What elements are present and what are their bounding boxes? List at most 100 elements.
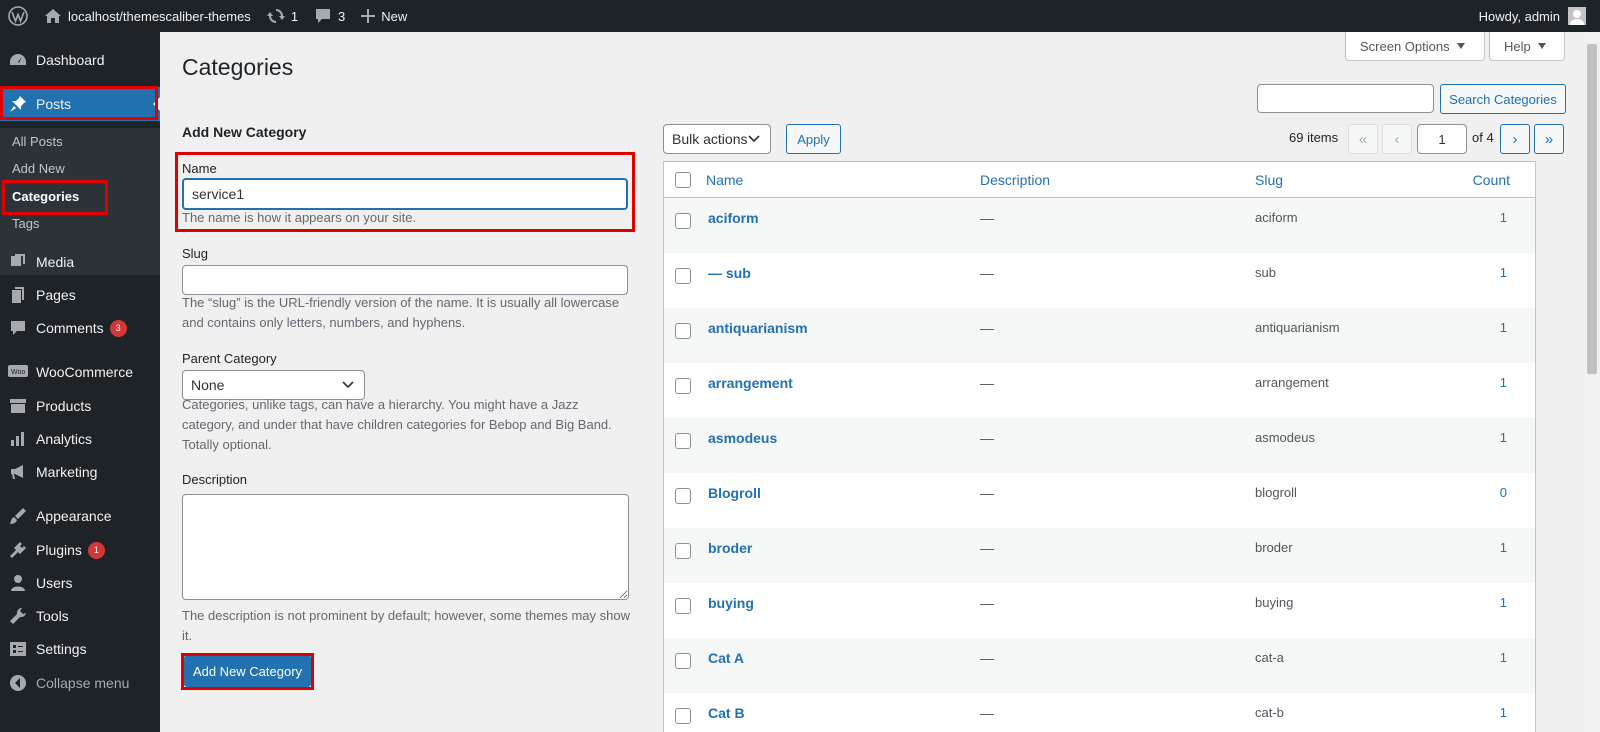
comments-link[interactable]: 3	[306, 0, 353, 32]
menu-label: Settings	[36, 641, 87, 657]
submenu-all-posts[interactable]: All Posts	[12, 134, 63, 149]
name-input[interactable]	[182, 178, 628, 210]
collapse-menu-button[interactable]: Collapse menu	[0, 666, 160, 700]
menu-dashboard[interactable]: Dashboard	[0, 43, 160, 77]
menu-label: WooCommerce	[36, 364, 133, 380]
prev-page-button: ‹	[1382, 124, 1412, 154]
bulk-actions-select[interactable]: Bulk actions	[663, 124, 771, 154]
avatar	[1568, 7, 1586, 25]
menu-plugins[interactable]: Plugins 1	[0, 533, 160, 567]
column-description[interactable]: Description	[980, 172, 1050, 188]
bulk-actions-value: Bulk actions	[672, 131, 748, 147]
row-checkbox[interactable]	[675, 433, 691, 449]
howdy-text: Howdy, admin	[1478, 8, 1560, 24]
category-name-link[interactable]: arrangement	[708, 375, 793, 391]
column-count[interactable]: Count	[1473, 172, 1510, 188]
site-name-link[interactable]: localhost/themescaliber-themes	[36, 0, 259, 32]
updates-icon	[266, 9, 285, 23]
row-checkbox[interactable]	[675, 378, 691, 394]
row-checkbox[interactable]	[675, 598, 691, 614]
main-content: Categories Screen Options Help Search Ca…	[160, 32, 1584, 732]
menu-woocommerce[interactable]: Woo WooCommerce	[0, 355, 160, 389]
search-categories-button[interactable]: Search Categories	[1440, 84, 1566, 114]
category-count[interactable]: 1	[1500, 320, 1507, 335]
category-slug: broder	[1255, 540, 1293, 555]
comments-count: 3	[338, 8, 346, 24]
category-count[interactable]: 0	[1500, 485, 1507, 500]
category-name-link[interactable]: broder	[708, 540, 752, 556]
category-count[interactable]: 1	[1500, 705, 1507, 720]
row-checkbox[interactable]	[675, 488, 691, 504]
search-input[interactable]	[1257, 84, 1434, 113]
plus-icon	[361, 9, 376, 23]
menu-label: Appearance	[36, 508, 112, 524]
new-content-link[interactable]: New	[353, 0, 415, 32]
select-all-checkbox[interactable]	[675, 172, 691, 188]
menu-comments[interactable]: Comments 3	[0, 311, 160, 345]
category-name-link[interactable]: buying	[708, 595, 754, 611]
category-name-link[interactable]: antiquarianism	[708, 320, 808, 336]
category-slug: buying	[1255, 595, 1294, 610]
page-scrollbar[interactable]	[1584, 32, 1600, 732]
category-description: —	[980, 430, 994, 446]
column-slug[interactable]: Slug	[1255, 172, 1283, 188]
row-checkbox[interactable]	[675, 213, 691, 229]
screen-options-button[interactable]: Screen Options	[1345, 32, 1485, 61]
category-count[interactable]: 1	[1500, 210, 1507, 225]
category-count[interactable]: 1	[1500, 595, 1507, 610]
add-new-category-button[interactable]: Add New Category	[184, 655, 311, 687]
paintbrush-icon	[10, 508, 26, 524]
bar-chart-icon	[11, 432, 24, 446]
menu-settings[interactable]: Settings	[0, 632, 160, 666]
help-label: Help	[1504, 38, 1531, 54]
row-checkbox[interactable]	[675, 708, 691, 724]
row-checkbox[interactable]	[675, 653, 691, 669]
menu-users[interactable]: Users	[0, 566, 160, 600]
category-count[interactable]: 1	[1500, 540, 1507, 555]
home-icon	[45, 9, 61, 23]
menu-label: Plugins	[36, 542, 82, 558]
updates-link[interactable]: 1	[259, 0, 306, 32]
menu-marketing[interactable]: Marketing	[0, 455, 160, 489]
submenu-categories[interactable]: Categories	[12, 189, 79, 204]
submenu-tags[interactable]: Tags	[12, 216, 39, 231]
menu-products[interactable]: Products	[0, 389, 160, 423]
column-name[interactable]: Name	[706, 172, 743, 188]
category-name-link[interactable]: — sub	[708, 265, 751, 281]
category-count[interactable]: 1	[1500, 650, 1507, 665]
pages-icon	[12, 287, 24, 303]
category-name-link[interactable]: Blogroll	[708, 485, 761, 501]
help-button[interactable]: Help	[1489, 32, 1565, 61]
category-description: —	[980, 375, 994, 391]
apply-button[interactable]: Apply	[786, 124, 841, 154]
row-checkbox[interactable]	[675, 543, 691, 559]
row-checkbox[interactable]	[675, 268, 691, 284]
menu-label: Media	[36, 254, 75, 270]
scrollbar-thumb[interactable]	[1587, 44, 1597, 374]
wordpress-logo-icon[interactable]	[0, 0, 36, 32]
category-count[interactable]: 1	[1500, 430, 1507, 445]
slug-input[interactable]	[182, 265, 628, 295]
row-checkbox[interactable]	[675, 323, 691, 339]
name-label: Name	[182, 161, 217, 176]
category-name-link[interactable]: aciform	[708, 210, 759, 226]
category-name-link[interactable]: Cat B	[708, 705, 745, 721]
category-name-link[interactable]: asmodeus	[708, 430, 777, 446]
menu-pages[interactable]: Pages	[0, 278, 160, 312]
menu-analytics[interactable]: Analytics	[0, 422, 160, 456]
admin-sidebar: Dashboard Posts All Posts Add New Catego…	[0, 32, 160, 732]
next-page-button[interactable]: ›	[1500, 124, 1530, 154]
category-count[interactable]: 1	[1500, 375, 1507, 390]
menu-posts[interactable]: Posts	[0, 87, 160, 121]
description-textarea[interactable]	[182, 494, 629, 600]
wrench-icon	[10, 608, 26, 624]
account-menu[interactable]: Howdy, admin	[1471, 0, 1600, 32]
menu-tools[interactable]: Tools	[0, 599, 160, 633]
menu-appearance[interactable]: Appearance	[0, 499, 160, 533]
current-page-input[interactable]	[1417, 124, 1467, 154]
menu-media[interactable]: Media	[0, 245, 160, 279]
submenu-add-new[interactable]: Add New	[12, 161, 65, 176]
category-name-link[interactable]: Cat A	[708, 650, 744, 666]
category-count[interactable]: 1	[1500, 265, 1507, 280]
last-page-button[interactable]: »	[1534, 124, 1564, 154]
